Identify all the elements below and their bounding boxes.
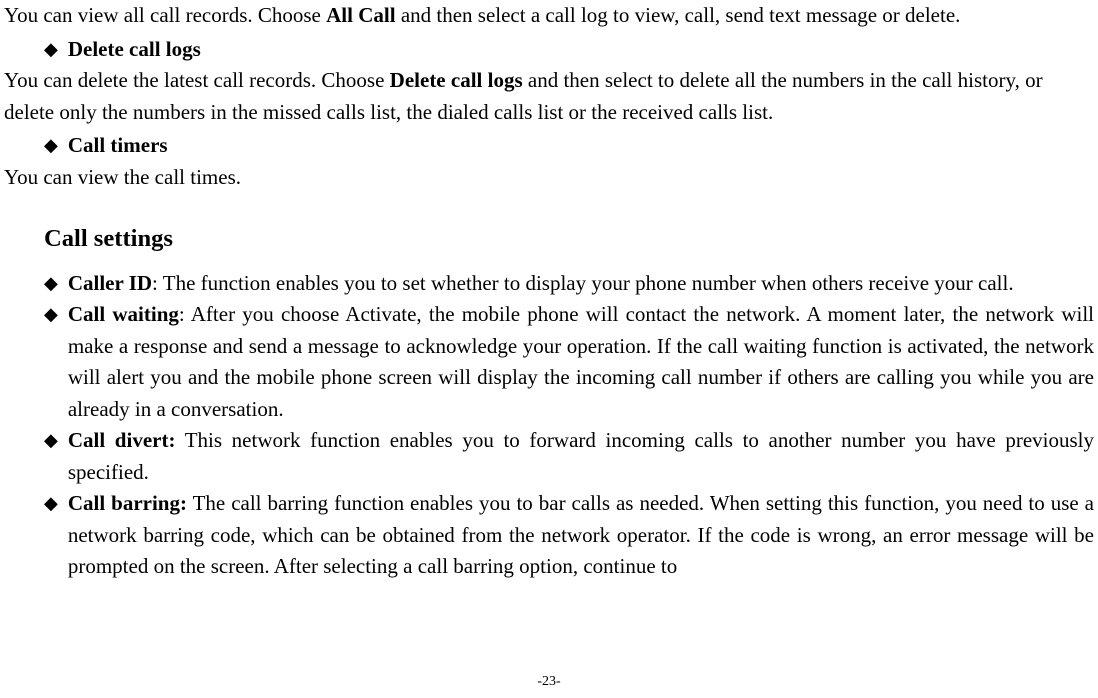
call-barring-text: The call barring function enables you to… — [68, 491, 1094, 578]
intro-prefix: You can view all call records. Choose — [4, 3, 326, 27]
call-timers-heading: Call timers — [68, 130, 1094, 162]
call-divert-text: This network function enables you to for… — [68, 428, 1094, 484]
call-waiting-bold: Call waiting — [68, 302, 179, 326]
caller-id-bold: Caller ID — [68, 271, 152, 295]
caller-id-text: : The function enables you to set whethe… — [152, 271, 1014, 295]
delete-prefix: You can delete the latest call records. … — [4, 68, 390, 92]
delete-call-logs-section: ◆ Delete call logs — [44, 34, 1094, 66]
intro-paragraph: You can view all call records. Choose Al… — [4, 0, 1094, 32]
call-waiting-text: : After you choose Activate, the mobile … — [68, 302, 1094, 421]
diamond-icon: ◆ — [44, 425, 58, 456]
caller-id-item: ◆ Caller ID: The function enables you to… — [44, 268, 1094, 300]
call-settings-heading: Call settings — [44, 221, 1094, 258]
call-divert-item: ◆ Call divert: This network function ena… — [44, 425, 1094, 488]
delete-call-logs-heading: Delete call logs — [68, 34, 1094, 66]
diamond-icon: ◆ — [44, 34, 58, 65]
delete-bold: Delete call logs — [390, 68, 523, 92]
bullet-item: ◆ Call timers — [44, 130, 1094, 162]
caller-id-content: Caller ID: The function enables you to s… — [68, 268, 1094, 300]
call-timers-text: You can view the call times. — [4, 162, 1094, 194]
intro-suffix: and then select a call log to view, call… — [396, 3, 961, 27]
call-barring-content: Call barring: The call barring function … — [68, 488, 1094, 583]
document-page: You can view all call records. Choose Al… — [4, 0, 1094, 698]
settings-list: ◆ Caller ID: The function enables you to… — [44, 268, 1094, 583]
page-number: -23- — [4, 671, 1094, 692]
diamond-icon: ◆ — [44, 130, 58, 161]
call-waiting-item: ◆ Call waiting: After you choose Activat… — [44, 299, 1094, 425]
call-divert-bold: Call divert: — [68, 428, 176, 452]
call-timers-section: ◆ Call timers — [44, 130, 1094, 162]
call-divert-content: Call divert: This network function enabl… — [68, 425, 1094, 488]
delete-call-logs-text: You can delete the latest call records. … — [4, 65, 1094, 128]
call-barring-item: ◆ Call barring: The call barring functio… — [44, 488, 1094, 583]
call-barring-bold: Call barring: — [68, 491, 187, 515]
diamond-icon: ◆ — [44, 299, 58, 330]
call-waiting-content: Call waiting: After you choose Activate,… — [68, 299, 1094, 425]
bullet-item: ◆ Delete call logs — [44, 34, 1094, 66]
diamond-icon: ◆ — [44, 488, 58, 519]
intro-bold: All Call — [326, 3, 395, 27]
diamond-icon: ◆ — [44, 268, 58, 299]
